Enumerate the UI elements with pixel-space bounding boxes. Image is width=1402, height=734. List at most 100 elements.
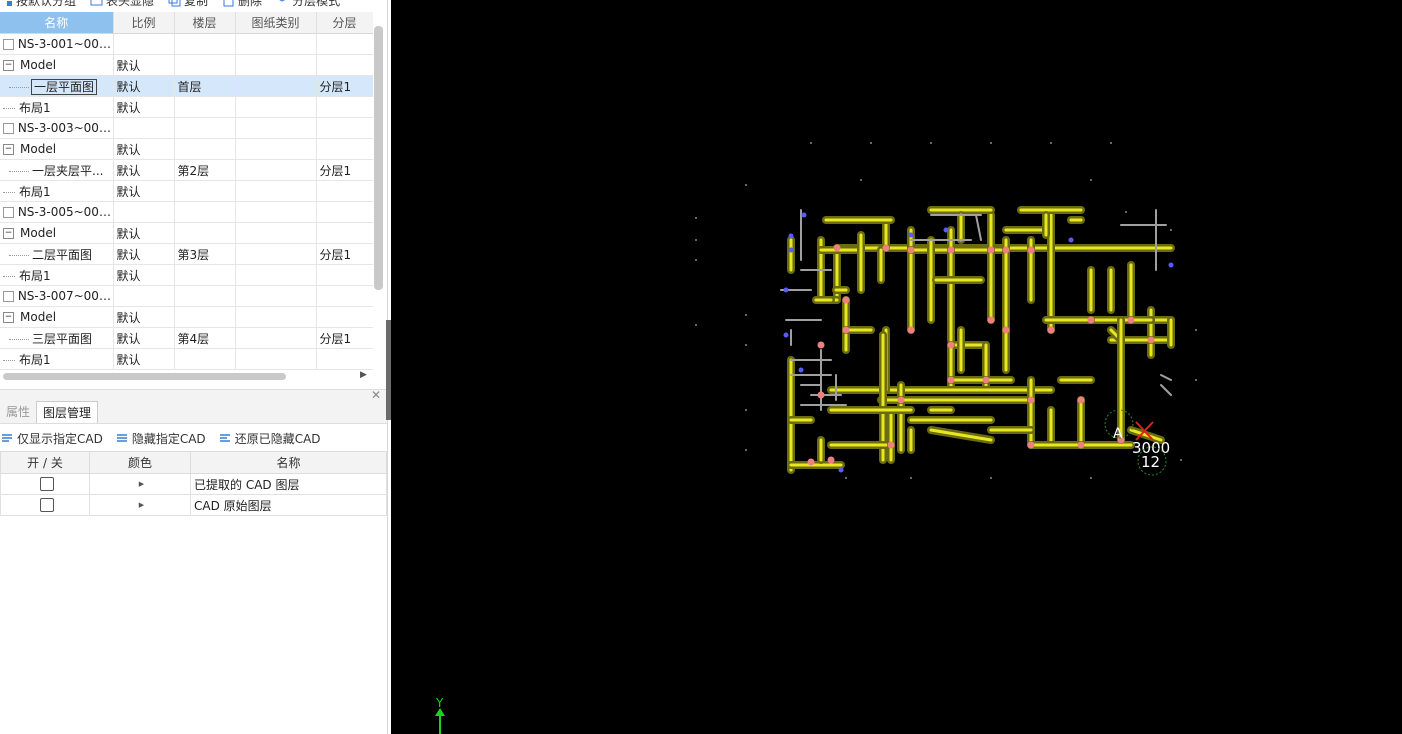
tree-cell-layer[interactable] [316, 96, 373, 118]
tree-cell-category[interactable] [235, 33, 317, 55]
tree-cell-name[interactable]: − Model [0, 222, 114, 244]
tree-cell-layer[interactable] [316, 222, 373, 244]
tree-vertical-scrollbar[interactable] [374, 26, 383, 290]
color-dropdown-icon[interactable]: ▶ [93, 501, 190, 509]
tree-cell-name[interactable]: − Model [0, 306, 114, 328]
collapse-icon[interactable]: − [3, 312, 14, 323]
tree-row[interactable]: NS-3-003~004... [0, 117, 373, 139]
tree-row[interactable]: 布局1 默认 [0, 348, 373, 370]
tree-cell-layer[interactable] [316, 306, 373, 328]
tree-row[interactable]: 一层夹层平... 默认 第2层 分层1 [0, 159, 373, 181]
show-only-cad-button[interactable]: 仅显示指定CAD [0, 430, 103, 447]
delete-button[interactable]: 删除 [222, 0, 262, 9]
tree-cell-floor[interactable] [174, 138, 236, 160]
tree-cell-name[interactable]: 布局1 [0, 348, 114, 370]
tree-cell-floor[interactable] [174, 264, 236, 286]
tree-cell-category[interactable] [235, 285, 317, 307]
restore-cad-button[interactable]: 还原已隐藏CAD [218, 430, 321, 447]
header-toggle-button[interactable]: 表头显隐 [90, 0, 154, 9]
tree-cell-scale[interactable] [113, 117, 175, 139]
collapse-icon[interactable]: − [3, 144, 14, 155]
tree-row[interactable]: 二层平面图 默认 第3层 分层1 [0, 243, 373, 265]
tree-cell-floor[interactable]: 第2层 [174, 159, 236, 181]
tree-cell-scale[interactable] [113, 285, 175, 307]
tree-cell-layer[interactable] [316, 138, 373, 160]
tree-horizontal-scrollbar[interactable] [3, 373, 286, 380]
tree-row[interactable]: − Model 默认 [0, 54, 373, 76]
tree-cell-floor[interactable]: 第4层 [174, 327, 236, 349]
tree-cell-name[interactable]: 一层夹层平... [0, 159, 114, 181]
tree-row[interactable]: − Model 默认 [0, 222, 373, 244]
tree-cell-category[interactable] [235, 117, 317, 139]
hide-cad-button[interactable]: 隐藏指定CAD [115, 430, 206, 447]
column-header-scale[interactable]: 比例 [113, 12, 175, 34]
tree-cell-name[interactable]: 三层平面图 [0, 327, 114, 349]
tree-cell-scale[interactable]: 默认 [113, 348, 175, 370]
tree-cell-layer[interactable] [316, 285, 373, 307]
tree-cell-name[interactable]: 布局1 [0, 264, 114, 286]
tree-cell-floor[interactable] [174, 33, 236, 55]
tree-row[interactable]: NS-3-005~006... [0, 201, 373, 223]
tree-row[interactable]: − Model 默认 [0, 138, 373, 160]
tree-cell-category[interactable] [235, 180, 317, 202]
tree-cell-category[interactable] [235, 243, 317, 265]
layer-row[interactable]: ▶ CAD 原始图层 [0, 494, 387, 516]
tree-cell-scale[interactable]: 默认 [113, 243, 175, 265]
tree-cell-category[interactable] [235, 159, 317, 181]
tree-cell-scale[interactable]: 默认 [113, 75, 175, 97]
tree-cell-floor[interactable] [174, 348, 236, 370]
tree-row[interactable]: 布局1 默认 [0, 264, 373, 286]
tree-cell-floor[interactable]: 第3层 [174, 243, 236, 265]
tree-cell-name[interactable]: − Model [0, 54, 114, 76]
tree-cell-name[interactable]: 布局1 [0, 96, 114, 118]
tree-row[interactable]: 三层平面图 默认 第4层 分层1 [0, 327, 373, 349]
tree-cell-name[interactable]: NS-3-003~004... [0, 117, 114, 139]
column-header-layer[interactable]: 分层 [316, 12, 373, 34]
tree-cell-scale[interactable]: 默认 [113, 306, 175, 328]
tree-cell-category[interactable] [235, 75, 317, 97]
scroll-right-arrow-icon[interactable]: ▶ [360, 370, 367, 380]
tree-cell-layer[interactable] [316, 117, 373, 139]
cad-drawing-canvas[interactable]: A 3000 12 Y [391, 0, 1402, 734]
tree-cell-scale[interactable] [113, 201, 175, 223]
copy-button[interactable]: 复制 [168, 0, 208, 9]
tree-cell-layer[interactable]: 分层1 [316, 243, 373, 265]
column-header-category[interactable]: 图纸类别 [235, 12, 317, 34]
tree-cell-category[interactable] [235, 54, 317, 76]
tree-cell-name[interactable]: − Model [0, 138, 114, 160]
layer-mode-button[interactable]: 分层模式 [276, 0, 340, 9]
collapse-icon[interactable]: − [3, 60, 14, 71]
group-default-button[interactable]: 按默认分组 [0, 0, 76, 9]
tree-cell-scale[interactable] [113, 33, 175, 55]
tree-cell-category[interactable] [235, 138, 317, 160]
tree-cell-layer[interactable]: 分层1 [316, 159, 373, 181]
tree-cell-floor[interactable] [174, 117, 236, 139]
tree-cell-name[interactable]: 布局1 [0, 180, 114, 202]
tree-cell-layer[interactable] [316, 264, 373, 286]
tab-layer-management[interactable]: 图层管理 [36, 401, 99, 423]
tree-cell-scale[interactable]: 默认 [113, 180, 175, 202]
tree-cell-layer[interactable] [316, 180, 373, 202]
tree-cell-scale[interactable]: 默认 [113, 96, 175, 118]
tree-row[interactable]: 一层平面图 默认 首层 分层1 [0, 75, 373, 97]
tree-cell-name[interactable]: NS-3-001~002... [0, 33, 114, 55]
tree-cell-category[interactable] [235, 327, 317, 349]
color-dropdown-icon[interactable]: ▶ [93, 480, 190, 488]
layer-visibility-checkbox[interactable] [39, 477, 54, 491]
tree-cell-category[interactable] [235, 306, 317, 328]
tree-cell-layer[interactable]: 分层1 [316, 327, 373, 349]
column-header-floor[interactable]: 楼层 [174, 12, 236, 34]
tree-cell-name[interactable]: 一层平面图 [0, 75, 114, 97]
tree-cell-floor[interactable] [174, 222, 236, 244]
tree-cell-category[interactable] [235, 264, 317, 286]
tree-row[interactable]: 布局1 默认 [0, 96, 373, 118]
tree-cell-layer[interactable] [316, 54, 373, 76]
tree-cell-floor[interactable] [174, 306, 236, 328]
tree-cell-category[interactable] [235, 201, 317, 223]
tree-cell-floor[interactable] [174, 180, 236, 202]
tree-cell-floor[interactable] [174, 96, 236, 118]
layer-visibility-checkbox[interactable] [39, 498, 54, 512]
tree-cell-scale[interactable]: 默认 [113, 138, 175, 160]
tree-cell-floor[interactable] [174, 201, 236, 223]
tree-cell-layer[interactable] [316, 348, 373, 370]
